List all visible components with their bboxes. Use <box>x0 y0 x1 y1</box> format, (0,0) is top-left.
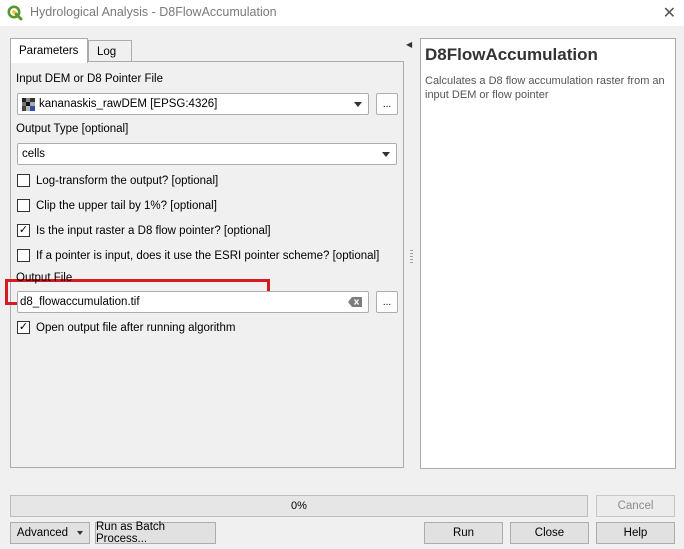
progress-bar: 0% <box>10 495 588 517</box>
cancel-button[interactable]: Cancel <box>596 495 675 517</box>
raster-layer-icon <box>22 97 35 111</box>
parameters-panel: Input DEM or D8 Pointer File kananaskis_… <box>5 61 404 468</box>
checkbox-label: If a pointer is input, does it use the E… <box>36 249 380 262</box>
close-button[interactable]: Close <box>510 522 589 544</box>
help-button[interactable]: Help <box>596 522 675 544</box>
checkbox-label: Clip the upper tail by 1%? [optional] <box>36 199 217 212</box>
checkbox-box[interactable] <box>17 174 30 187</box>
input-dem-label: Input DEM or D8 Pointer File <box>16 73 164 85</box>
title-bar: Hydrological Analysis - D8FlowAccumulati… <box>0 0 684 26</box>
batch-process-button[interactable]: Run as Batch Process... <box>95 521 216 545</box>
output-type-value: cells <box>22 148 46 160</box>
advanced-button[interactable]: Advanced <box>10 522 90 544</box>
qgis-logo-icon <box>7 5 23 21</box>
help-panel: D8FlowAccumulation Calculates a D8 flow … <box>420 38 676 469</box>
output-file-input[interactable]: d8_flowaccumulation.tif <box>17 291 369 313</box>
checkbox-label: Log-transform the output? [optional] <box>36 174 219 187</box>
clip-upper-tail-checkbox[interactable]: Clip the upper tail by 1%? [optional] <box>17 199 217 212</box>
splitter-handle[interactable] <box>410 250 413 264</box>
output-file-label: Output File <box>16 272 73 284</box>
output-file-browse-button[interactable]: ... <box>376 291 398 313</box>
checkbox-label: Open output file after running algorithm <box>36 321 236 334</box>
collapse-panel-icon[interactable]: ◀ <box>406 40 412 49</box>
tab-parameters[interactable]: Parameters <box>10 38 88 63</box>
close-icon[interactable]: ✕ <box>663 3 676 23</box>
run-button[interactable]: Run <box>424 522 503 544</box>
output-type-label: Output Type [optional] <box>16 123 129 135</box>
checkmark-icon: ✓ <box>18 321 29 333</box>
tab-log[interactable]: Log <box>88 40 132 62</box>
d8-pointer-checkbox[interactable]: ✓ Is the input raster a D8 flow pointer?… <box>17 224 271 237</box>
input-dem-select[interactable]: kananaskis_rawDEM [EPSG:4326] <box>17 93 369 115</box>
chevron-down-icon <box>354 102 362 107</box>
help-title: D8FlowAccumulation <box>425 45 598 64</box>
output-type-select[interactable]: cells <box>17 143 397 165</box>
open-output-checkbox[interactable]: ✓ Open output file after running algorit… <box>17 321 235 334</box>
help-description: Calculates a D8 flow accumulation raster… <box>425 75 665 101</box>
checkbox-label: Is the input raster a D8 flow pointer? [… <box>36 224 271 237</box>
clear-text-icon[interactable] <box>348 297 362 307</box>
checkbox-box[interactable]: ✓ <box>17 321 30 334</box>
checkbox-box[interactable]: ✓ <box>17 224 30 237</box>
window-title: Hydrological Analysis - D8FlowAccumulati… <box>30 5 277 19</box>
advanced-label: Advanced <box>16 527 69 539</box>
chevron-down-icon <box>382 152 390 157</box>
input-dem-value: kananaskis_rawDEM [EPSG:4326] <box>39 98 218 110</box>
checkmark-icon: ✓ <box>18 224 29 236</box>
esri-pointer-checkbox[interactable]: If a pointer is input, does it use the E… <box>17 249 379 262</box>
input-browse-button[interactable]: ... <box>376 93 398 115</box>
checkbox-box[interactable] <box>17 199 30 212</box>
output-file-value: d8_flowaccumulation.tif <box>20 296 140 308</box>
progress-text: 0% <box>291 500 307 512</box>
log-transform-checkbox[interactable]: Log-transform the output? [optional] <box>17 174 218 187</box>
checkbox-box[interactable] <box>17 249 30 262</box>
chevron-down-icon <box>77 531 84 535</box>
